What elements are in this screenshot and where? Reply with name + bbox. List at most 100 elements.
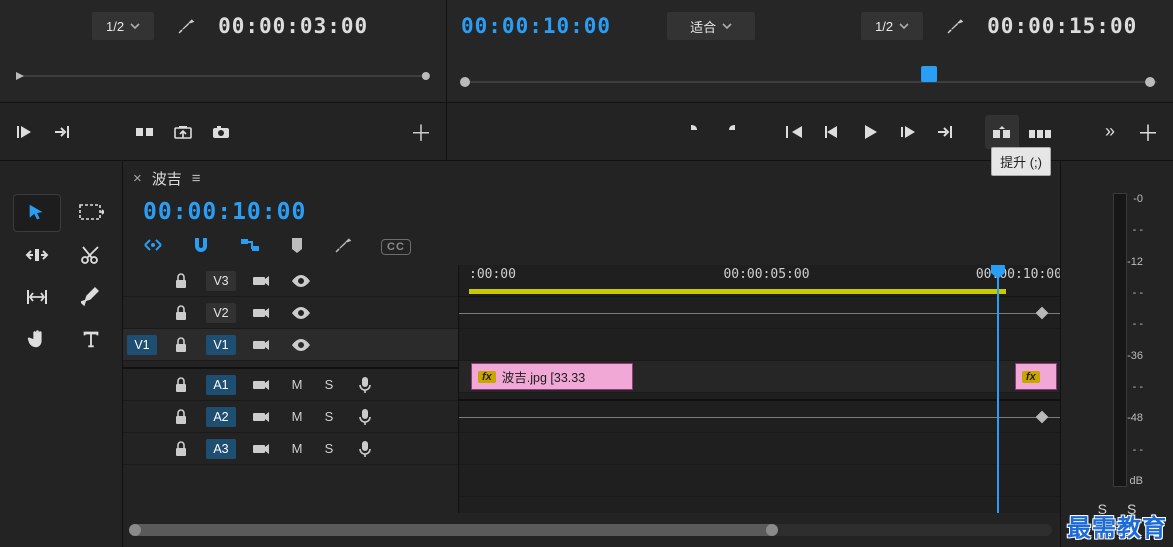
sync-lock-icon[interactable] [241,433,281,464]
play-icon[interactable] [853,115,887,149]
sync-lock-icon[interactable] [241,265,281,296]
program-settings-wrench-icon[interactable] [941,12,969,40]
toggle-output-icon[interactable] [281,329,321,360]
track-header-a1[interactable]: A1 M S [123,369,458,401]
slip-tool[interactable] [14,279,60,315]
ripple-edit-tool[interactable] [14,237,60,273]
export-frame-icon[interactable] [166,115,200,149]
track-header-a3[interactable]: A3 M S [123,433,458,465]
step-forward-icon[interactable] [891,115,925,149]
sync-lock-icon[interactable] [241,329,281,360]
extract-icon[interactable] [1023,115,1057,149]
work-area-bar[interactable] [469,289,1006,294]
program-resolution-dropdown[interactable]: 1/2 [861,12,923,40]
solo-toggle[interactable]: S [313,433,345,464]
go-to-in-icon[interactable] [777,115,811,149]
track-target-a3[interactable]: A3 [206,439,235,459]
captions-toggle[interactable]: CC [381,239,411,255]
lane-a2[interactable] [459,433,1060,465]
track-target-v2[interactable]: V2 [206,303,235,323]
track-select-tool[interactable] [68,195,114,231]
fx-badge[interactable]: fx [1022,371,1040,383]
snap-icon[interactable] [143,236,163,257]
linked-selection-icon[interactable] [239,236,261,257]
lock-icon[interactable] [161,297,201,328]
voiceover-mic-icon[interactable] [345,401,385,432]
lane-a3[interactable] [459,465,1060,497]
mute-toggle[interactable]: M [281,369,313,400]
mute-toggle[interactable]: M [281,433,313,464]
mark-in-icon[interactable] [677,115,711,149]
lock-icon[interactable] [161,265,201,296]
zoom-handle-left[interactable] [129,524,141,536]
add-marker-icon[interactable] [289,236,305,257]
timeline-settings-wrench-icon[interactable] [333,235,353,258]
toggle-output-icon[interactable] [281,265,321,296]
lift-icon[interactable] [985,115,1019,149]
keyframe-diamond[interactable] [1036,306,1049,319]
solo-toggle[interactable]: S [313,401,345,432]
camera-icon[interactable] [204,115,238,149]
source-time-ruler[interactable] [0,52,446,102]
lock-icon[interactable] [161,369,201,400]
add-button[interactable]: ＋ [1131,115,1165,149]
scroll-thumb[interactable] [131,524,776,536]
program-zoom-dropdown[interactable]: 适合 [667,12,755,40]
razor-tool[interactable] [68,237,114,273]
sync-lock-icon[interactable] [241,297,281,328]
zoom-handle-right[interactable] [766,524,778,536]
clip[interactable]: fx [1015,363,1057,390]
program-time-ruler[interactable] [446,52,1173,102]
track-header-a2[interactable]: A2 M S [123,401,458,433]
more-buttons-icon[interactable]: » [1093,115,1127,149]
lock-icon[interactable] [161,433,201,464]
program-duration-timecode[interactable]: 00:00:15:00 [987,14,1137,38]
lane-v1[interactable]: fx 波吉.jpg [33.33 fx [459,361,1060,393]
fx-badge[interactable]: fx [478,371,496,383]
source-timecode[interactable]: 00:00:03:00 [218,14,368,38]
timeline-playhead-line[interactable] [997,265,999,513]
lock-icon[interactable] [161,329,201,360]
voiceover-mic-icon[interactable] [345,433,385,464]
clip[interactable]: fx 波吉.jpg [33.33 [471,363,633,390]
lock-icon[interactable] [161,401,201,432]
track-area[interactable]: :00:00 00:00:05:00 00:00:10:00 fx 波吉.jpg… [459,265,1060,513]
step-back-icon[interactable] [815,115,849,149]
sequence-tab[interactable]: 波吉 [152,168,182,189]
timeline-ruler[interactable]: :00:00 00:00:05:00 00:00:10:00 [459,265,1060,297]
mark-out-icon[interactable] [715,115,749,149]
overwrite-icon[interactable] [128,115,162,149]
timeline-playhead-timecode[interactable]: 00:00:10:00 [143,199,1060,225]
lane-v3[interactable] [459,297,1060,329]
lane-a1[interactable] [459,401,1060,433]
insert-icon[interactable] [46,115,80,149]
mute-toggle[interactable]: M [281,401,313,432]
track-target-a2[interactable]: A2 [206,407,235,427]
track-target-v3[interactable]: V3 [206,271,235,291]
hand-tool[interactable] [14,321,60,357]
keyframe-diamond[interactable] [1036,410,1049,423]
track-target-a1[interactable]: A1 [206,375,235,395]
settings-wrench-icon[interactable] [172,12,200,40]
magnet-icon[interactable] [191,236,211,257]
pen-tool[interactable] [68,279,114,315]
solo-toggle[interactable]: S [313,369,345,400]
track-header-v2[interactable]: V2 [123,297,458,329]
add-button[interactable]: ＋ [404,115,438,149]
play-in-to-out-icon[interactable] [8,115,42,149]
program-playhead-handle[interactable] [921,66,937,82]
track-header-v3[interactable]: V3 [123,265,458,297]
sync-lock-icon[interactable] [241,401,281,432]
timeline-zoom-scrollbar[interactable] [123,513,1060,547]
close-sequence-icon[interactable]: × [133,170,142,187]
track-target-v1[interactable]: V1 [206,335,235,355]
audio-meter[interactable] [1113,193,1127,487]
sync-lock-icon[interactable] [241,369,281,400]
voiceover-mic-icon[interactable] [345,369,385,400]
type-tool[interactable] [68,321,114,357]
selection-tool[interactable] [14,195,60,231]
source-resolution-dropdown[interactable]: 1/2 [92,12,154,40]
go-to-out-icon[interactable] [929,115,963,149]
panel-menu-icon[interactable]: ≡ [192,170,201,187]
lane-v2[interactable] [459,329,1060,361]
